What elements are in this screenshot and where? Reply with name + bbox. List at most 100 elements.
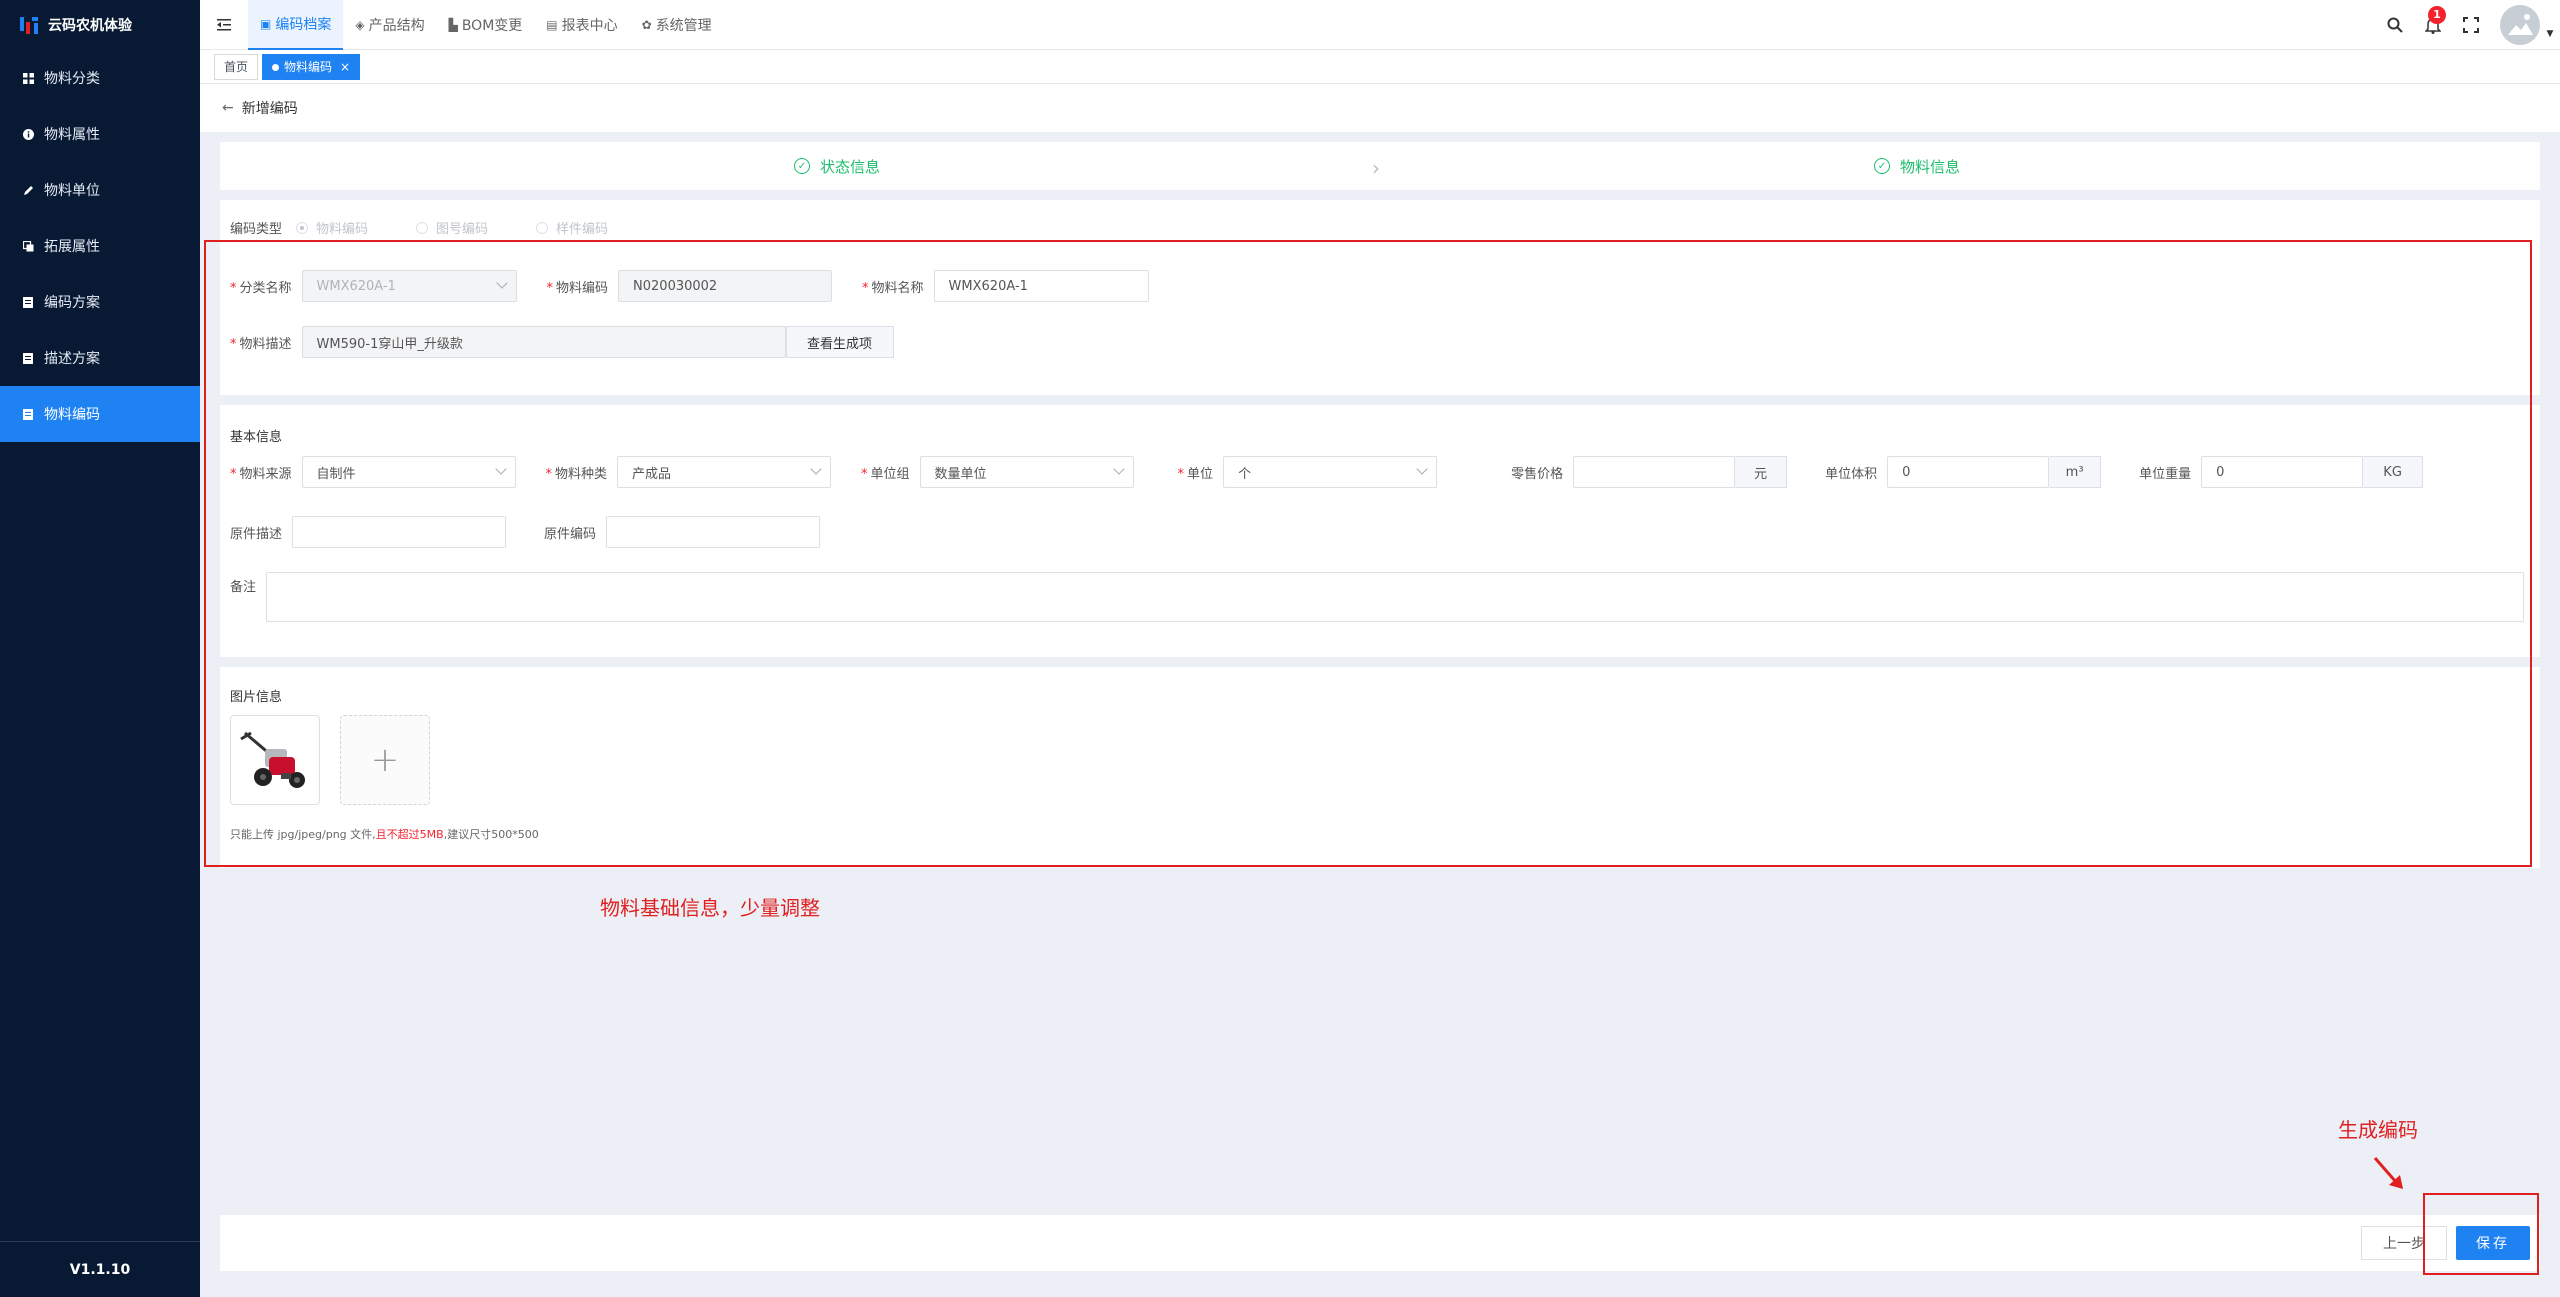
volume-unit-addon: m³ [2049, 456, 2102, 488]
input-value: 0 [2216, 464, 2225, 480]
original-desc-field[interactable] [292, 516, 507, 548]
sidebar-item-coding-scheme[interactable]: 编码方案 [0, 274, 200, 330]
source-select[interactable]: 自制件 [301, 456, 516, 488]
nav-tab-label: 报表中心 [561, 17, 618, 34]
kind-select[interactable]: 产成品 [617, 456, 832, 488]
material-code-field[interactable]: N020030002 [618, 270, 833, 302]
radio-sample-code[interactable]: 样件编码 [536, 218, 608, 237]
nav-tab-product-structure[interactable]: ◈ 产品结构 [343, 0, 436, 50]
category-select[interactable]: WMX620A-1 [301, 270, 517, 302]
label-text: 分类名称 [239, 280, 292, 296]
chevron-right-icon: › [1372, 156, 1380, 180]
header-actions: 1 ▼ [2376, 0, 2560, 50]
logo-icon [20, 17, 38, 34]
top-header: ▣ 编码档案 ◈ 产品结构 ▙ BOM变更 ▤ 报表中心 ✿ 系统管理 1 ▼ [200, 0, 2560, 50]
unit-label: * 单位 [1177, 466, 1214, 482]
nav-tab-label: 编码档案 [275, 16, 332, 33]
step-status-info[interactable]: ✓ 状态信息 [794, 142, 880, 190]
doc-icon [22, 296, 34, 308]
input-value: WM590-1穿山甲_升级款 [316, 336, 463, 352]
doc-icon [22, 352, 34, 364]
section-divider [220, 657, 2540, 667]
sidebar-item-label: 物料分类 [44, 71, 100, 87]
description-row: * 物料描述 WM590-1穿山甲_升级款 查看生成项 [230, 326, 894, 358]
chevron-down-icon [495, 277, 508, 289]
nav-tab-report-center[interactable]: ▤ 报表中心 [534, 0, 629, 50]
menu-collapse-icon[interactable] [200, 0, 248, 50]
view-generated-button[interactable]: 查看生成项 [785, 326, 894, 358]
tags-bar: 首页 物料编码 × [200, 50, 2560, 84]
label-text: 单位组 [870, 466, 910, 482]
back-arrow-icon[interactable]: ← [222, 100, 234, 116]
unit-group-select[interactable]: 数量单位 [919, 456, 1134, 488]
search-icon[interactable] [2376, 0, 2414, 50]
step-label: 物料信息 [1900, 157, 1961, 176]
step-label: 状态信息 [820, 157, 881, 176]
nav-tab-label: BOM变更 [461, 17, 523, 34]
volume-label: 单位体积 [1825, 466, 1878, 482]
radio-label: 样件编码 [556, 222, 609, 237]
original-part-row: 原件描述 原件编码 [230, 516, 821, 548]
report-icon: ▤ [546, 17, 558, 32]
gear-icon: ✿ [641, 17, 652, 32]
material-name-field[interactable]: WMX620A-1 [933, 270, 1149, 302]
sidebar-item-extended-attribute[interactable]: 拓展属性 [0, 218, 200, 274]
sidebar-item-material-attribute[interactable]: 物料属性 [0, 106, 200, 162]
tag-material-code[interactable]: 物料编码 × [262, 53, 361, 80]
notification-badge: 1 [2428, 6, 2446, 24]
label-text: 物料种类 [555, 466, 608, 482]
page-header: ← 新增编码 [200, 84, 2560, 132]
kind-label: * 物料种类 [545, 466, 608, 482]
radio-circle [296, 221, 309, 234]
sidebar-item-label: 物料属性 [44, 127, 100, 143]
sidebar-item-description-scheme[interactable]: 描述方案 [0, 330, 200, 386]
nav-tab-coding-archive[interactable]: ▣ 编码档案 [248, 0, 344, 50]
nav-tab-bom-change[interactable]: ▙ BOM变更 [437, 0, 535, 50]
product-image-thumbnail[interactable] [230, 715, 320, 805]
radio-label: 图号编码 [436, 222, 489, 237]
chevron-down-icon [810, 463, 822, 475]
step-material-info[interactable]: ✓ 物料信息 [1874, 142, 1960, 190]
select-value: 个 [1238, 466, 1252, 482]
unit-volume-field[interactable]: 0 [1887, 456, 2050, 488]
radio-material-code[interactable]: 物料编码 [296, 218, 368, 237]
material-desc-field[interactable]: WM590-1穿山甲_升级款 [301, 326, 786, 358]
sidebar-item-material-code[interactable]: 物料编码 [0, 386, 200, 442]
unit-select[interactable]: 个 [1223, 456, 1438, 488]
input-value: 0 [1902, 464, 1911, 480]
label-text: 物料编码 [556, 280, 609, 296]
layers-icon [22, 240, 34, 252]
caret-down-icon[interactable]: ▼ [2540, 29, 2560, 39]
remark-textarea[interactable] [266, 572, 2525, 622]
fullscreen-icon[interactable] [2452, 0, 2490, 50]
image-upload-button[interactable]: + [340, 715, 430, 805]
label-text: 单位 [1187, 466, 1214, 482]
select-value: WMX620A-1 [316, 278, 396, 294]
nav-tab-system-management[interactable]: ✿ 系统管理 [630, 0, 724, 50]
identity-row: * 分类名称 WMX620A-1 * 物料编码 N020030002 * 物料名称 W… [230, 270, 1149, 302]
steps-bar: ✓ 状态信息 › ✓ 物料信息 [220, 142, 2540, 190]
doc-icon [22, 408, 34, 420]
tag-label: 物料编码 [284, 59, 333, 74]
unit-weight-field[interactable]: 0 [2201, 456, 2364, 488]
sidebar-item-material-unit[interactable]: 物料单位 [0, 162, 200, 218]
orig-desc-label: 原件描述 [230, 526, 283, 542]
sidebar-item-label: 编码方案 [44, 295, 100, 311]
hint-warning: 且不超过5MB [375, 828, 444, 841]
orig-code-label: 原件编码 [544, 526, 597, 542]
bell-icon[interactable]: 1 [2414, 0, 2452, 50]
archive-icon: ▣ [260, 16, 272, 31]
close-icon[interactable]: × [340, 60, 350, 74]
radio-drawing-code[interactable]: 图号编码 [416, 218, 488, 237]
active-dot-icon [272, 63, 280, 71]
app-logo[interactable]: 云码农机体验 [0, 0, 200, 50]
tag-home[interactable]: 首页 [214, 53, 259, 80]
sidebar-item-material-category[interactable]: 物料分类 [0, 50, 200, 106]
radio-circle [416, 221, 429, 234]
avatar[interactable] [2500, 5, 2540, 45]
code-type-row: 编码类型 物料编码 图号编码 样件编码 [230, 218, 608, 237]
original-code-field[interactable] [606, 516, 821, 548]
stack-icon: ◈ [355, 17, 365, 32]
app-version: V1.1.10 [0, 1241, 200, 1297]
retail-price-field[interactable] [1573, 456, 1736, 488]
